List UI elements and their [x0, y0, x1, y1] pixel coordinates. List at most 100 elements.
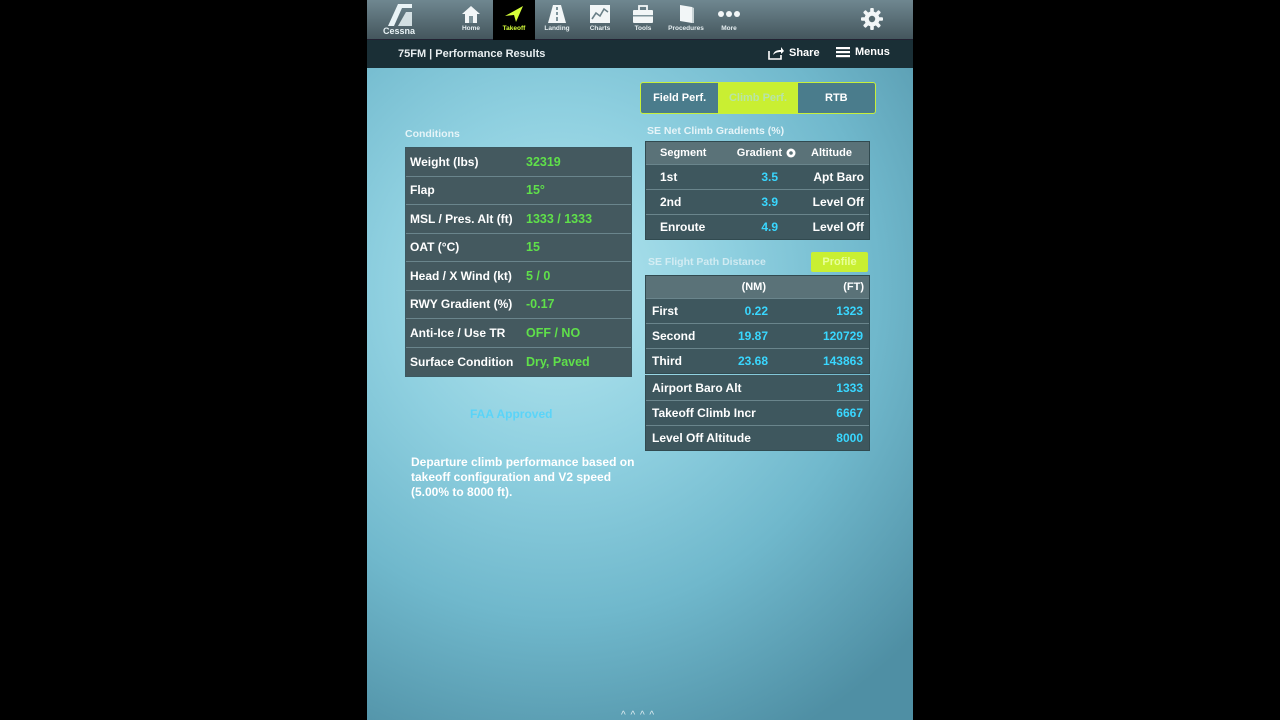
header-gradient-cell: Gradient	[724, 147, 800, 159]
tab-landing[interactable]: Landing	[536, 0, 578, 40]
condition-row: Head / X Wind (kt) 5 / 0	[406, 262, 631, 291]
altitude-name-cell: Takeoff Climb Incr	[652, 406, 756, 420]
condition-value: 15	[526, 240, 540, 255]
nm-cell: 19.87	[737, 329, 768, 343]
takeoff-plane-icon	[505, 6, 523, 22]
header-gradient: Gradient	[736, 147, 782, 159]
page-indicator-icon: ^ ^ ^ ^	[621, 710, 656, 720]
distance-name-cell: First	[652, 304, 679, 318]
altitude-name-cell: Airport Baro Alt	[652, 380, 742, 395]
header-ft: (FT)	[843, 281, 864, 293]
tab-procedures[interactable]: Procedures	[665, 0, 707, 40]
table-row: Level Off Altitude 8000	[646, 425, 869, 450]
condition-row: MSL / Pres. Alt (ft) 1333 / 1333	[406, 205, 631, 234]
table-row: 2nd 3.9 Level Off	[646, 189, 869, 214]
home-icon	[462, 6, 480, 23]
nm-cell: 0.22	[744, 304, 768, 318]
segment-climb-perf[interactable]: Climb Perf.	[719, 83, 797, 113]
condition-row: RWY Gradient (%) -0.17	[406, 290, 631, 319]
tab-label: Home	[461, 25, 481, 32]
condition-key: Flap	[410, 183, 435, 198]
cessna-logo[interactable]: Cessna	[379, 2, 419, 38]
condition-key: RWY Gradient (%)	[410, 297, 513, 312]
table-row: Enroute 4.9 Level Off	[646, 214, 869, 239]
distance-name-cell: Second	[652, 329, 696, 343]
clipboard-icon	[680, 5, 694, 23]
gradient-cell: 4.9	[761, 220, 778, 234]
condition-value: 15°	[526, 183, 545, 198]
conditions-table: Weight (lbs) 32319 Flap 15° MSL / Pres. …	[405, 147, 632, 377]
condition-value: 32319	[526, 154, 561, 169]
tab-tools[interactable]: Tools	[622, 0, 664, 40]
condition-key: Weight (lbs)	[410, 154, 479, 169]
altitude-value-cell: 8000	[836, 431, 863, 445]
condition-row: Surface Condition Dry, Paved	[406, 347, 631, 376]
condition-row: Weight (lbs) 32319	[406, 148, 631, 177]
table-row: First 0.22 1323	[646, 298, 869, 323]
share-icon	[768, 47, 784, 60]
table-header: (NM) (FT)	[646, 276, 869, 298]
profile-button[interactable]: Profile	[811, 252, 868, 272]
tab-label: Tools	[634, 25, 652, 32]
segment-cell: 1st	[660, 170, 678, 184]
toolbox-icon	[633, 5, 653, 23]
menus-button[interactable]: Menus	[836, 46, 890, 58]
runway-icon	[548, 5, 566, 23]
more-dots-icon	[718, 11, 740, 17]
table-row: Third 23.68 143863	[646, 348, 869, 373]
segment-rtb[interactable]: RTB	[796, 83, 875, 113]
table-row: Takeoff Climb Incr 6667	[646, 400, 869, 425]
gradient-cell: 3.5	[761, 170, 778, 184]
flight-path-label: SE Flight Path Distance	[648, 256, 766, 268]
menus-label: Menus	[855, 46, 890, 58]
perf-segmented-control: Field Perf. Climb Perf. RTB	[640, 82, 876, 114]
tab-home[interactable]: Home	[450, 0, 492, 40]
menu-lines-icon	[836, 47, 850, 58]
faa-approved-label: FAA Approved	[470, 407, 553, 421]
settings-gear-icon[interactable]	[860, 7, 884, 31]
top-toolbar: Cessna Home Takeoff Landing Charts Tools…	[367, 0, 913, 40]
chart-icon	[590, 5, 610, 23]
condition-key: OAT (°C)	[410, 240, 460, 255]
altitude-value-cell: 6667	[836, 406, 863, 420]
tab-charts[interactable]: Charts	[579, 0, 621, 40]
tab-label: Procedures	[668, 25, 704, 32]
ft-cell: 1323	[836, 304, 863, 318]
table-header: Segment Gradient Altitude	[646, 142, 869, 164]
ft-cell: 143863	[822, 354, 863, 368]
condition-row: Flap 15°	[406, 176, 631, 205]
climb-gradients-label: SE Net Climb Gradients (%)	[647, 125, 785, 137]
header-segment: Segment	[660, 147, 707, 159]
condition-key: MSL / Pres. Alt (ft)	[410, 211, 513, 226]
condition-value: OFF / NO	[526, 325, 581, 340]
condition-row: Anti-Ice / Use TR OFF / NO	[406, 319, 631, 348]
climb-gradients-table: Segment Gradient Altitude 1st 3.5 Apt Ba…	[645, 141, 870, 240]
header-nm: (NM)	[741, 281, 766, 293]
cessna-logo-icon	[388, 4, 412, 26]
distance-name-cell: Third	[652, 354, 682, 368]
app-screen: Cessna Home Takeoff Landing Charts Tools…	[367, 0, 913, 720]
condition-row: OAT (°C) 15	[406, 233, 631, 262]
climb-note: Departure climb performance based on tak…	[411, 455, 635, 499]
condition-value: -0.17	[526, 297, 555, 312]
altitude-name-cell: Level Off Altitude	[652, 431, 751, 445]
segment-field-perf[interactable]: Field Perf.	[641, 83, 720, 113]
condition-key: Head / X Wind (kt)	[410, 268, 512, 283]
sub-header: 75FM | Performance Results Share Menus	[367, 40, 913, 68]
info-icon[interactable]	[786, 148, 796, 158]
tab-label: Landing	[544, 25, 570, 32]
condition-value: 1333 / 1333	[526, 211, 593, 226]
tab-more[interactable]: More	[708, 0, 750, 40]
logo-label: Cessna	[382, 26, 416, 36]
altitude-cell: Level Off	[812, 220, 864, 234]
table-row: 1st 3.5 Apt Baro	[646, 164, 869, 189]
gradient-cell: 3.9	[761, 195, 778, 209]
share-label: Share	[789, 47, 820, 59]
tab-label: Charts	[589, 25, 611, 32]
ft-cell: 120729	[822, 329, 863, 343]
share-button[interactable]: Share	[768, 46, 820, 60]
tab-takeoff[interactable]: Takeoff	[493, 0, 535, 40]
table-row: Second 19.87 120729	[646, 323, 869, 348]
nm-cell: 23.68	[737, 354, 768, 368]
page-title: 75FM | Performance Results	[398, 48, 546, 60]
